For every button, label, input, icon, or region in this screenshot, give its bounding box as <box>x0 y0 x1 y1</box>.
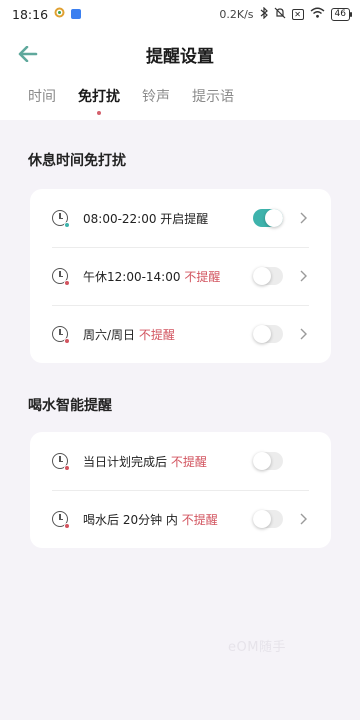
status-off-text: 不提醒 <box>138 327 175 342</box>
list-item[interactable]: 当日计划完成后 不提醒 <box>30 432 331 490</box>
chevron-right-icon[interactable] <box>297 270 309 282</box>
row-label-text: 午休12:00-14:00 <box>83 269 185 284</box>
status-dot <box>64 222 70 228</box>
row-label: 喝水后 20分钟 内 不提醒 <box>83 511 218 528</box>
status-bar: 18:16 0.2K/s ✕ 46 <box>0 0 360 28</box>
list-item[interactable]: 08:00-22:00 开启提醒 <box>30 189 331 247</box>
network-speed: 0.2K/s <box>219 7 254 21</box>
status-dot <box>64 523 70 529</box>
clock-icon <box>52 210 70 228</box>
chevron-right-icon[interactable] <box>297 212 309 224</box>
status-off-text: 不提醒 <box>181 512 218 527</box>
status-dot <box>64 465 70 471</box>
status-dot <box>64 338 70 344</box>
chevron-right-icon[interactable] <box>297 328 309 340</box>
status-off-text: 不提醒 <box>170 454 207 469</box>
rest-section-title: 休息时间免打扰 <box>28 153 126 169</box>
row-label: 08:00-22:00 开启提醒 <box>83 210 208 227</box>
page-title: 提醒设置 <box>146 46 214 67</box>
toggle-switch[interactable] <box>253 325 283 343</box>
row-label-text: 周六/周日 <box>83 327 139 342</box>
status-dot <box>64 280 70 286</box>
tab-do-not-disturb[interactable]: 免打扰 <box>78 80 120 106</box>
list-item[interactable]: 周六/周日 不提醒 <box>30 305 331 363</box>
top-bar: 18:16 0.2K/s ✕ 46 提醒设置 时间 免打扰 铃声 提示语 <box>0 0 360 120</box>
clock-icon <box>52 326 70 344</box>
bluetooth-icon <box>260 6 268 22</box>
toggle-knob <box>265 209 283 227</box>
tab-bar: 时间 免打扰 铃声 提示语 <box>0 80 360 120</box>
row-label-text: 08:00-22:00 开启提醒 <box>83 211 209 226</box>
back-button[interactable] <box>14 42 42 66</box>
tab-prompt[interactable]: 提示语 <box>192 80 234 106</box>
drink-section-title: 喝水智能提醒 <box>28 398 112 414</box>
row-label-text: 当日计划完成后 <box>83 454 171 469</box>
app-notification-icon-2 <box>71 9 82 19</box>
toggle-switch[interactable] <box>253 267 283 285</box>
app-notification-icon <box>54 7 65 21</box>
tab-ringtone[interactable]: 铃声 <box>142 80 170 106</box>
toggle-switch[interactable] <box>253 452 283 470</box>
clock-icon <box>52 268 70 286</box>
status-off-text: 不提醒 <box>184 269 221 284</box>
rest-card: 08:00-22:00 开启提醒 午休12:00-14:00 不提醒 周六/周日… <box>30 189 331 363</box>
status-time: 18:16 <box>12 6 49 22</box>
watermark: eOM随手 <box>228 640 286 655</box>
chevron-right-icon[interactable] <box>297 513 309 525</box>
row-label: 午休12:00-14:00 不提醒 <box>83 268 220 285</box>
toggle-knob <box>253 325 271 343</box>
drink-card: 当日计划完成后 不提醒 喝水后 20分钟 内 不提醒 <box>30 432 331 548</box>
battery-icon: 46 <box>330 7 353 21</box>
wifi-icon <box>310 7 325 21</box>
list-item[interactable]: 喝水后 20分钟 内 不提醒 <box>30 490 331 548</box>
back-arrow-icon <box>18 46 38 62</box>
row-label-text: 喝水后 20分钟 内 <box>83 512 182 527</box>
mute-bell-icon <box>274 7 286 22</box>
toggle-knob <box>253 452 271 470</box>
row-label: 周六/周日 不提醒 <box>83 326 175 343</box>
toggle-switch[interactable] <box>253 209 283 227</box>
list-item[interactable]: 午休12:00-14:00 不提醒 <box>30 247 331 305</box>
clock-icon <box>52 511 70 529</box>
row-label: 当日计划完成后 不提醒 <box>83 453 207 470</box>
toggle-knob <box>253 267 271 285</box>
toggle-switch[interactable] <box>253 510 283 528</box>
header: 提醒设置 <box>0 28 360 80</box>
toggle-knob <box>253 510 271 528</box>
sim-off-icon: ✕ <box>291 8 304 20</box>
clock-icon <box>52 453 70 471</box>
tab-time[interactable]: 时间 <box>28 80 56 106</box>
